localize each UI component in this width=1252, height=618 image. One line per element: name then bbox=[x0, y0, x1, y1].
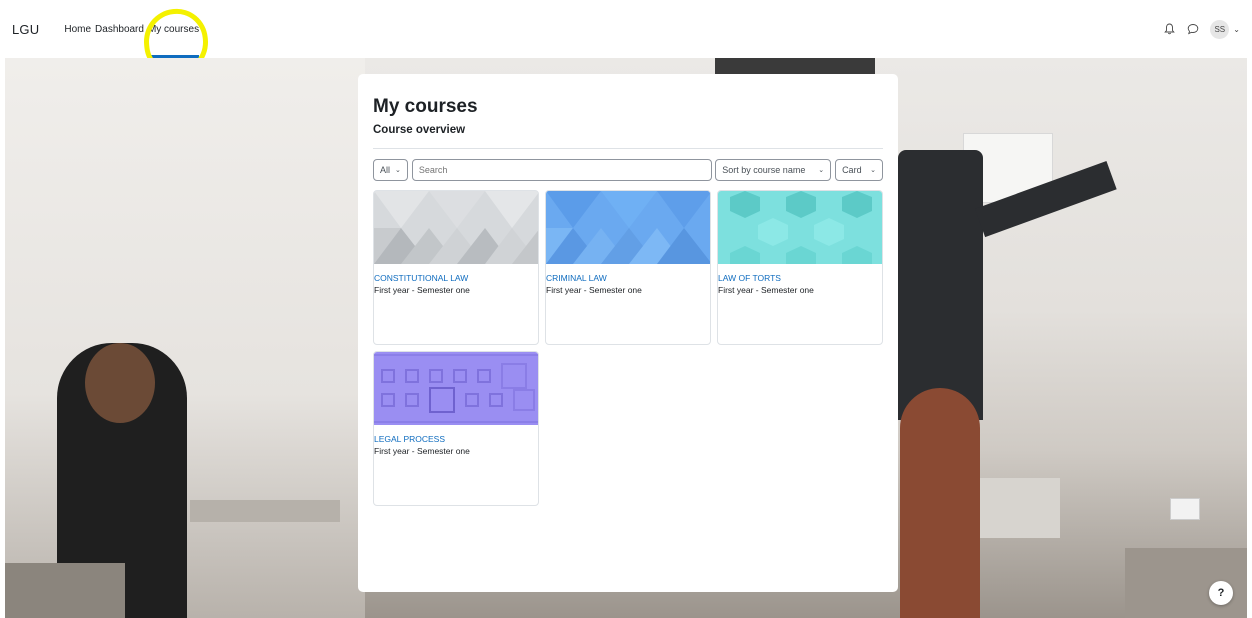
user-avatar[interactable]: SS bbox=[1210, 19, 1230, 39]
course-name-link[interactable]: LAW OF TORTS bbox=[718, 273, 882, 283]
site-brand[interactable]: LGU bbox=[12, 22, 39, 37]
help-button[interactable]: ? bbox=[1209, 581, 1233, 605]
course-category: First year - Semester one bbox=[718, 285, 814, 295]
course-overview-controls: All ⌄ Sort by course name ⌄ Card ⌄ bbox=[373, 159, 883, 181]
sort-dropdown[interactable]: Sort by course name ⌄ bbox=[715, 159, 832, 181]
display-mode-selected: Card bbox=[842, 165, 862, 175]
nav-dashboard[interactable]: Dashboard bbox=[95, 0, 144, 58]
display-mode-dropdown[interactable]: Card ⌄ bbox=[835, 159, 883, 181]
chevron-down-icon[interactable]: ⌄ bbox=[1233, 25, 1240, 34]
grouping-dropdown[interactable]: All ⌄ bbox=[373, 159, 408, 181]
main-content-panel: My courses Course overview All ⌄ Sort by… bbox=[358, 74, 898, 592]
divider bbox=[373, 148, 883, 149]
top-navbar: LGU Home Dashboard My courses SS ⌄ bbox=[0, 0, 1252, 58]
course-image[interactable] bbox=[374, 191, 539, 264]
course-card[interactable]: CONSTITUTIONAL LAW First year - Semester… bbox=[373, 190, 539, 345]
nav-my-courses[interactable]: My courses bbox=[147, 0, 200, 58]
chevron-down-icon: ⌄ bbox=[818, 167, 825, 174]
page-title: My courses bbox=[373, 96, 478, 117]
grouping-selected: All bbox=[380, 165, 391, 175]
sort-selected: Sort by course name bbox=[722, 165, 806, 175]
bell-icon[interactable] bbox=[1162, 22, 1176, 36]
course-image[interactable] bbox=[546, 191, 711, 264]
course-overview-title: Course overview bbox=[373, 124, 466, 136]
search-input[interactable] bbox=[411, 159, 713, 181]
course-category: First year - Semester one bbox=[374, 446, 470, 456]
course-name-link[interactable]: CRIMINAL LAW bbox=[546, 273, 710, 283]
course-category: First year - Semester one bbox=[546, 285, 642, 295]
course-card-grid: CONSTITUTIONAL LAW First year - Semester… bbox=[373, 190, 883, 506]
course-card[interactable]: LEGAL PROCESS First year - Semester one bbox=[373, 351, 539, 506]
course-image[interactable] bbox=[718, 191, 883, 264]
course-name-link[interactable]: LEGAL PROCESS bbox=[374, 434, 538, 444]
nav-home[interactable]: Home bbox=[64, 0, 91, 58]
course-card[interactable]: CRIMINAL LAW First year - Semester one bbox=[545, 190, 711, 345]
course-image[interactable] bbox=[374, 352, 539, 425]
course-card-body: LAW OF TORTS First year - Semester one bbox=[718, 264, 882, 295]
chevron-down-icon: ⌄ bbox=[870, 167, 876, 174]
course-card[interactable]: LAW OF TORTS First year - Semester one bbox=[717, 190, 883, 345]
user-navigation: SS ⌄ bbox=[1162, 19, 1240, 39]
chat-bubble-icon[interactable] bbox=[1186, 22, 1200, 36]
primary-navigation: Home Dashboard My courses bbox=[64, 0, 203, 58]
course-name-link[interactable]: CONSTITUTIONAL LAW bbox=[374, 273, 538, 283]
course-category: First year - Semester one bbox=[374, 285, 470, 295]
course-card-body: LEGAL PROCESS First year - Semester one bbox=[374, 425, 538, 456]
course-card-body: CONSTITUTIONAL LAW First year - Semester… bbox=[374, 264, 538, 295]
course-card-body: CRIMINAL LAW First year - Semester one bbox=[546, 264, 710, 295]
chevron-down-icon: ⌄ bbox=[395, 167, 401, 174]
